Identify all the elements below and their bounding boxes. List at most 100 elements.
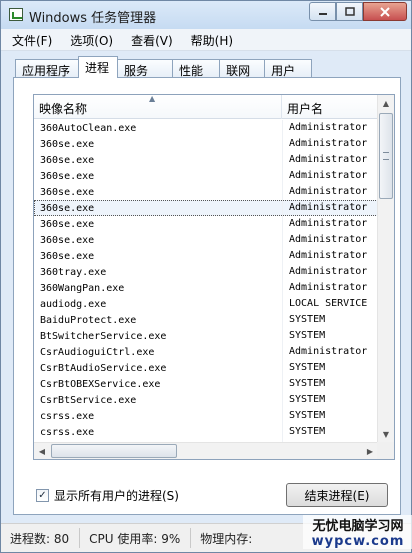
table-row[interactable]: CsrBtOBEXService.exe SYSTEM xyxy=(34,376,378,392)
table-row[interactable]: 360tray.exe Administrator xyxy=(34,264,378,280)
menu-help[interactable]: 帮助(H) xyxy=(180,29,240,50)
tab-networking[interactable]: 联网 xyxy=(219,59,266,78)
process-user-name: SYSTEM xyxy=(282,312,378,328)
menu-options[interactable]: 选项(O) xyxy=(59,29,120,50)
process-image-name: CsrBtService.exe xyxy=(40,394,137,406)
window-controls xyxy=(309,2,407,21)
column-user-name-label: 用户名 xyxy=(287,102,324,116)
tab-users[interactable]: 用户 xyxy=(264,59,313,78)
table-row[interactable]: 360se.exe Administrator xyxy=(34,232,378,248)
tab-performance[interactable]: 性能 xyxy=(172,59,221,78)
sort-ascending-icon: ▲ xyxy=(149,94,156,103)
process-list[interactable]: ▲ 映像名称 用户名 360AutoClean.exe Administrator… xyxy=(33,94,395,460)
table-row[interactable]: BaiduProtect.exe SYSTEM xyxy=(34,312,378,328)
column-user-name[interactable]: 用户名 xyxy=(282,95,378,119)
close-button[interactable] xyxy=(363,2,407,21)
table-row[interactable]: 360AutoClean.exe Administrator xyxy=(34,120,378,136)
table-row[interactable]: audiodg.exe LOCAL SERVICE xyxy=(34,296,378,312)
process-image-name: 360se.exe xyxy=(40,234,95,246)
watermark-line-2: wypcw.com xyxy=(303,534,412,549)
menu-view[interactable]: 查看(V) xyxy=(120,29,180,50)
menu-bar: 文件(F) 选项(O) 查看(V) 帮助(H) xyxy=(1,29,411,51)
tab-processes[interactable]: 进程 xyxy=(78,56,119,78)
menu-file[interactable]: 文件(F) xyxy=(1,29,59,50)
tab-services[interactable]: 服务 xyxy=(117,59,174,78)
process-image-name: BaiduProtect.exe xyxy=(40,314,137,326)
window-title: Windows 任务管理器 xyxy=(29,11,157,26)
physical-memory: 物理内存: xyxy=(200,531,253,546)
table-row[interactable]: 360se.exe Administrator xyxy=(34,200,378,216)
table-row[interactable]: csrss.exe SYSTEM xyxy=(34,424,378,440)
process-user-name: SYSTEM xyxy=(282,328,378,344)
column-image-name-label: 映像名称 xyxy=(39,102,88,116)
show-all-users-checkbox[interactable]: ✓ xyxy=(36,489,49,502)
watermark-line-1: 无忧电脑学习网 xyxy=(303,515,412,534)
vertical-scrollbar[interactable]: ▲ ▼ xyxy=(377,95,394,442)
process-user-name: SYSTEM xyxy=(282,392,378,408)
process-image-name: 360tray.exe xyxy=(40,266,107,278)
process-image-name: 360se.exe xyxy=(40,154,95,166)
horizontal-scrollbar[interactable]: ◀ ▶ xyxy=(34,442,378,459)
process-image-name: audiodg.exe xyxy=(40,298,107,310)
table-row[interactable]: 360se.exe Administrator xyxy=(34,184,378,200)
tab-strip: 应用程序 进程 服务 性能 联网 用户 xyxy=(15,56,313,78)
end-process-button[interactable]: 结束进程(E) xyxy=(286,483,388,507)
process-user-name: Administrator xyxy=(282,344,378,360)
process-user-name: Administrator xyxy=(282,248,378,264)
process-user-name: SYSTEM xyxy=(282,376,378,392)
column-image-name[interactable]: ▲ 映像名称 xyxy=(34,95,282,119)
table-row[interactable]: 360se.exe Administrator xyxy=(34,168,378,184)
process-image-name: 360se.exe xyxy=(40,202,95,214)
processes-panel: ▲ 映像名称 用户名 360AutoClean.exe Administrator… xyxy=(13,77,401,515)
table-row[interactable]: CsrBtAudioService.exe SYSTEM xyxy=(34,360,378,376)
title-bar[interactable]: Windows 任务管理器 xyxy=(1,1,411,29)
table-row[interactable]: 360se.exe Administrator xyxy=(34,152,378,168)
table-row[interactable]: 360WangPan.exe Administrator xyxy=(34,280,378,296)
scroll-down-icon[interactable]: ▼ xyxy=(378,426,394,442)
show-all-users-option[interactable]: ✓ 显示所有用户的进程(S) xyxy=(36,487,179,504)
process-image-name: CsrAudioguiCtrl.exe xyxy=(40,346,155,358)
process-user-name: Administrator xyxy=(282,168,378,184)
show-all-users-label: 显示所有用户的进程(S) xyxy=(54,489,179,503)
scroll-right-icon[interactable]: ▶ xyxy=(362,443,378,459)
scroll-left-icon[interactable]: ◀ xyxy=(34,443,50,459)
process-user-name: SYSTEM xyxy=(282,424,378,440)
site-watermark: 无忧电脑学习网 wypcw.com xyxy=(303,515,412,553)
vertical-scroll-thumb[interactable] xyxy=(379,113,393,199)
maximize-button[interactable] xyxy=(336,2,363,21)
close-icon xyxy=(380,6,390,17)
process-image-name: CsrBtAudioService.exe xyxy=(40,362,167,374)
horizontal-scroll-thumb[interactable] xyxy=(51,444,177,458)
table-row[interactable]: 360se.exe Administrator xyxy=(34,136,378,152)
scroll-up-icon[interactable]: ▲ xyxy=(378,95,394,111)
process-user-name: SYSTEM xyxy=(282,408,378,424)
process-image-name: CsrBtOBEXService.exe xyxy=(40,378,161,390)
process-user-name: Administrator xyxy=(282,232,378,248)
process-image-name: 360se.exe xyxy=(40,250,95,262)
process-image-name: BtSwitcherService.exe xyxy=(40,330,167,342)
table-row[interactable]: CsrBtService.exe SYSTEM xyxy=(34,392,378,408)
table-row[interactable]: 360se.exe Administrator xyxy=(34,248,378,264)
process-user-name: SYSTEM xyxy=(282,360,378,376)
process-user-name: Administrator xyxy=(282,136,378,152)
table-row[interactable]: CsrAudioguiCtrl.exe Administrator xyxy=(34,344,378,360)
minimize-icon xyxy=(318,12,327,15)
tab-applications[interactable]: 应用程序 xyxy=(15,59,80,78)
table-row[interactable]: BtSwitcherService.exe SYSTEM xyxy=(34,328,378,344)
process-image-name: 360se.exe xyxy=(40,170,95,182)
task-manager-icon xyxy=(9,8,23,21)
process-user-name: Administrator xyxy=(282,152,378,168)
minimize-button[interactable] xyxy=(309,2,336,21)
table-row[interactable]: 360se.exe Administrator xyxy=(34,216,378,232)
process-user-name: Administrator xyxy=(282,120,378,136)
table-row[interactable]: csrss.exe SYSTEM xyxy=(34,408,378,424)
process-image-name: csrss.exe xyxy=(40,410,95,422)
column-header: ▲ 映像名称 用户名 xyxy=(34,95,378,119)
process-count: 进程数: 80 xyxy=(1,528,81,548)
process-user-name: Administrator xyxy=(282,200,378,216)
process-user-name: LOCAL SERVICE xyxy=(282,296,378,312)
scrollbar-corner xyxy=(377,442,394,459)
process-image-name: 360se.exe xyxy=(40,218,95,230)
task-manager-window: Windows 任务管理器 文件(F) 选项(O) 查看(V) 帮助(H) 应用… xyxy=(0,0,412,553)
process-user-name: Administrator xyxy=(282,280,378,296)
